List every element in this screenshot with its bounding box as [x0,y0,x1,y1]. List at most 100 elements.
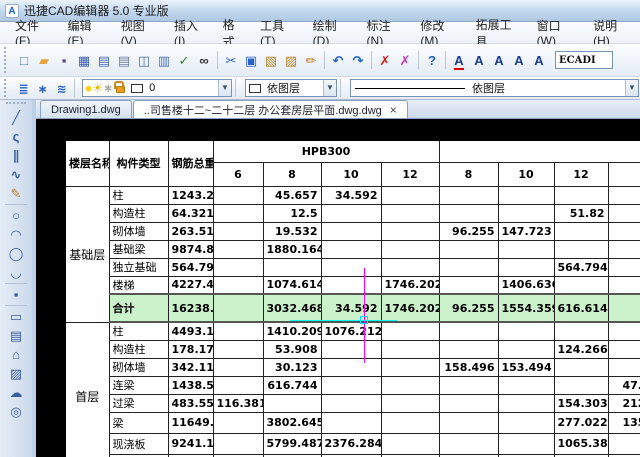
value-cell [320,275,382,295]
multiline-tool-icon[interactable]: ∥ [3,146,29,165]
linetype-combo[interactable]: 依图层 ▼ [350,79,639,97]
quick-print-icon[interactable]: ▤ [114,50,134,70]
open-file-icon[interactable]: ▰ [34,50,54,70]
circle-tool-icon[interactable]: ○ [3,206,29,225]
hatch-lines-tool-icon[interactable]: ▤ [3,326,29,345]
revcloud-tool-icon[interactable]: ☁ [3,383,29,402]
toolbar-grip[interactable] [4,47,11,73]
layer-unlock-icon[interactable] [114,81,126,93]
value-cell: 564.794 [167,257,214,277]
tab-document[interactable]: Drawing1.dwg [40,100,132,118]
polyline-tool-icon[interactable]: ∿ [3,165,29,184]
spell-check-icon[interactable]: ✓ [174,50,194,70]
value-cell: 1746.202 [380,293,440,323]
cut-icon[interactable]: ✂ [221,50,241,70]
tab-label: ..司售楼十二~二十二层 办公套房层平面.dwg.dwg [143,104,382,117]
layer-combo[interactable]: ● ☀ ∗ 0 ▼ [82,79,232,97]
layer-freeze-icon[interactable]: ∗ [33,80,52,97]
value-cell: 1065.381 [553,432,609,455]
layer-states-icon[interactable]: ≋ [52,80,71,97]
point-tool-icon[interactable]: ▪ [3,285,29,304]
linetype-dropdown-arrow[interactable]: ▼ [625,80,638,96]
sketch-tool-icon[interactable]: ✎ [3,184,29,203]
current-color-swatch [249,83,261,93]
layer-freeze-snowflake-icon[interactable]: ∗ [103,81,113,95]
value-cell: 51.82 [553,203,609,223]
value-cell: 96.255 [438,293,499,323]
document-tab-bar: Drawing1.dwg ..司售楼十二~二十二层 办公套房层平面.dwg.dwg… [36,100,640,119]
value-cell [438,239,499,259]
toolbar-grip[interactable] [6,102,26,104]
value-cell: 11649.64 [167,411,214,434]
value-cell [497,393,555,413]
redo-icon[interactable]: ↷ [348,50,368,70]
table-row: 砌体墙342.113 30.123 158.496153.494 [65,357,640,377]
layer-color-swatch[interactable] [131,83,144,93]
page-setup-icon[interactable]: ▥ [154,50,174,70]
new-file-icon[interactable]: □ [14,50,34,70]
ellipse-arc-tool-icon[interactable]: ◡ [3,263,29,282]
help-icon[interactable]: ? [422,50,442,70]
purge-icon[interactable]: ✗ [395,50,415,70]
text-style-combo[interactable]: ECADI [555,51,613,69]
text-icon[interactable]: A [469,50,489,70]
format-painter-icon[interactable]: ✏ [301,50,321,70]
application-window: A 迅捷CAD编辑器 5.0 专业版 文件(F) 编辑(E) 视图(V) 插入(I) 格… [0,0,640,457]
value-cell: 34.592 [320,293,382,323]
text-replace-icon[interactable]: A [489,50,509,70]
value-cell [212,221,264,241]
paste-icon[interactable]: ▧ [261,50,281,70]
layer-on-bulb-icon[interactable]: ● [85,81,92,95]
table-row: 现浇板9241.152 5799.4872376.284 1065.381 [65,432,640,455]
layer-thaw-sun-icon[interactable]: ☀ [92,81,103,95]
copy-icon[interactable]: ▣ [241,50,261,70]
color-dropdown-arrow[interactable]: ▼ [323,80,336,96]
donut-tool-icon[interactable]: ◎ [3,402,29,421]
value-cell [497,411,555,434]
value-cell [438,411,499,434]
value-cell [607,357,640,377]
value-cell [380,221,440,241]
member-cell: 连梁 [108,375,169,395]
print-icon[interactable]: ▤ [94,50,114,70]
value-cell: 564.794 [553,257,609,277]
member-cell: 砌体墙 [108,221,169,241]
find-icon[interactable]: ∞ [194,50,214,70]
member-cell: 柱 [108,185,169,205]
layer-properties-icon[interactable]: ≣ [14,80,33,97]
value-cell [497,203,555,223]
value-cell [553,321,609,341]
text-edit-icon[interactable]: A [509,50,529,70]
text-underline-icon[interactable]: A [449,50,469,70]
member-cell: 合计 [108,293,169,323]
value-cell [553,221,609,241]
paste-special-icon[interactable]: ▨ [281,50,301,70]
rectangle-tool-icon[interactable]: ▭ [3,307,29,326]
print-preview-icon[interactable]: ◫ [134,50,154,70]
spline-tool-icon[interactable]: ς [3,127,29,146]
hatch-tool-icon[interactable]: ▨ [3,364,29,383]
drawing-canvas[interactable]: 楼层名称构件类型钢筋总重kgHPB3006810128101214基础层柱124… [36,119,640,457]
ellipse-tool-icon[interactable]: ◯ [3,244,29,263]
value-cell: 16238.17 [167,293,214,323]
color-combo[interactable]: 依图层 ▼ [245,79,337,97]
tab-close-icon[interactable]: × [390,104,397,116]
delete-icon[interactable]: ✗ [375,50,395,70]
arc-tool-icon[interactable]: ◠ [3,225,29,244]
value-cell [212,375,264,395]
polygon-tool-icon[interactable]: ⌂ [3,345,29,364]
save-table-icon[interactable]: ▦ [74,50,94,70]
tab-active-document[interactable]: ..司售楼十二~二十二层 办公套房层平面.dwg.dwg × [132,100,408,118]
toolbar-grip[interactable] [4,79,11,97]
value-cell [320,393,382,413]
value-cell: 116.381 [212,393,264,413]
value-cell [607,203,640,223]
undo-icon[interactable]: ↶ [328,50,348,70]
save-icon[interactable]: ▪ [54,50,74,70]
text-find-icon[interactable]: A [529,50,549,70]
value-cell [497,239,555,259]
layer-dropdown-arrow[interactable]: ▼ [218,80,231,96]
line-tool-icon[interactable]: ╱ [3,108,29,127]
value-cell: 9241.152 [167,432,214,455]
value-cell: 1880.164 [262,239,322,259]
